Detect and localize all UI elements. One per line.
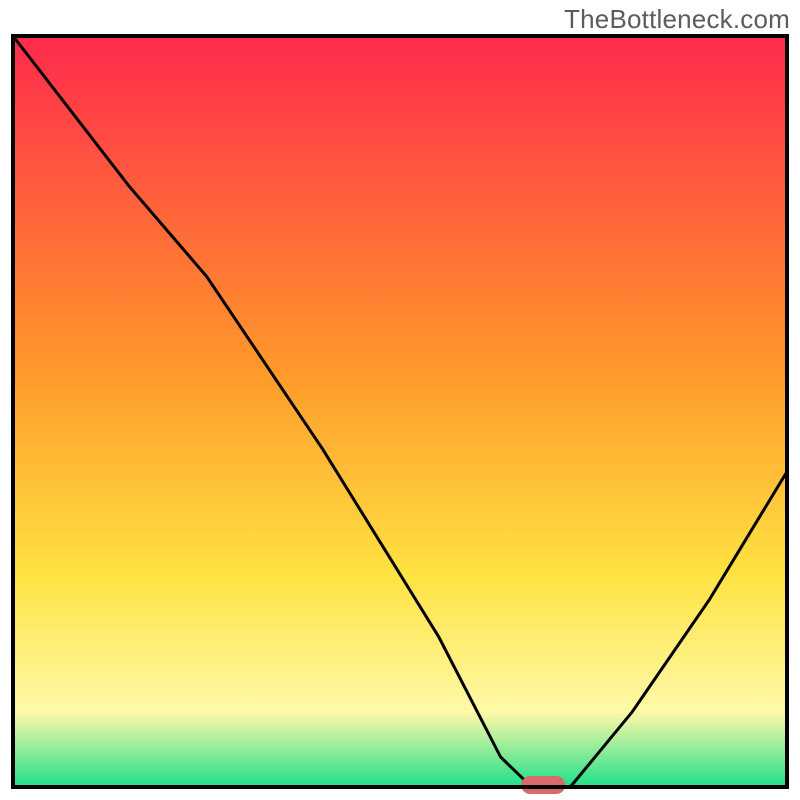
plot-area — [13, 36, 787, 787]
bottleneck-chart — [0, 0, 800, 800]
chart-frame: TheBottleneck.com — [0, 0, 800, 800]
